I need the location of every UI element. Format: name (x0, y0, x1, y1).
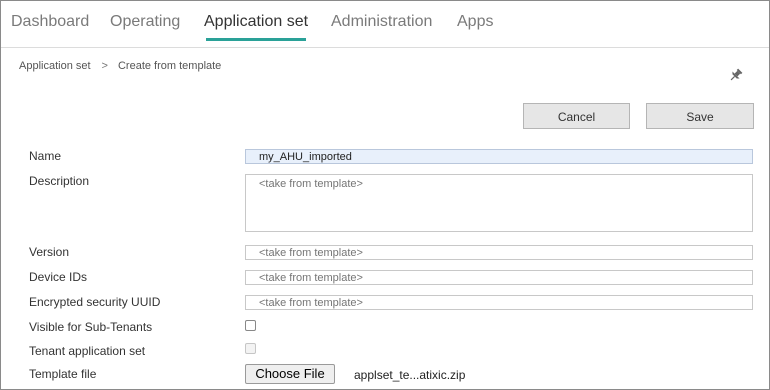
uuid-label: Encrypted security UUID (29, 295, 161, 309)
breadcrumb-separator-icon: > (101, 60, 108, 72)
uuid-field[interactable] (245, 295, 753, 310)
choose-file-button[interactable]: Choose File (245, 364, 335, 384)
version-field[interactable] (245, 245, 753, 260)
breadcrumb-item-application-set[interactable]: Application set (19, 60, 91, 72)
template-file-label: Template file (29, 367, 97, 381)
tenant-app-set-checkbox (245, 343, 256, 354)
app-window: Dashboard Operating Application set Admi… (0, 0, 770, 390)
pin-icon[interactable] (728, 67, 744, 83)
tenant-app-set-label: Tenant application set (29, 344, 146, 358)
description-label: Description (29, 174, 90, 188)
tab-dashboard[interactable]: Dashboard (11, 13, 89, 31)
device-ids-field[interactable] (245, 270, 753, 285)
tab-administration[interactable]: Administration (331, 13, 432, 31)
save-button[interactable]: Save (646, 103, 754, 129)
tab-apps[interactable]: Apps (457, 13, 493, 31)
name-label: Name (29, 149, 62, 163)
tab-application-set[interactable]: Application set (204, 13, 308, 31)
device-ids-label: Device IDs (29, 270, 88, 284)
visible-sub-tenants-checkbox[interactable] (245, 320, 256, 331)
active-tab-indicator (206, 38, 306, 41)
name-field[interactable] (245, 149, 753, 164)
visible-sub-tenants-label: Visible for Sub-Tenants (29, 320, 153, 334)
top-navigation: Dashboard Operating Application set Admi… (1, 1, 769, 48)
tab-operating[interactable]: Operating (110, 13, 180, 31)
description-field[interactable] (245, 174, 753, 232)
selected-file-name: applset_te...atixic.zip (354, 368, 466, 382)
cancel-button[interactable]: Cancel (523, 103, 630, 129)
version-label: Version (29, 245, 70, 259)
breadcrumb: Application set > Create from template (19, 60, 221, 72)
breadcrumb-item-current: Create from template (117, 60, 222, 72)
